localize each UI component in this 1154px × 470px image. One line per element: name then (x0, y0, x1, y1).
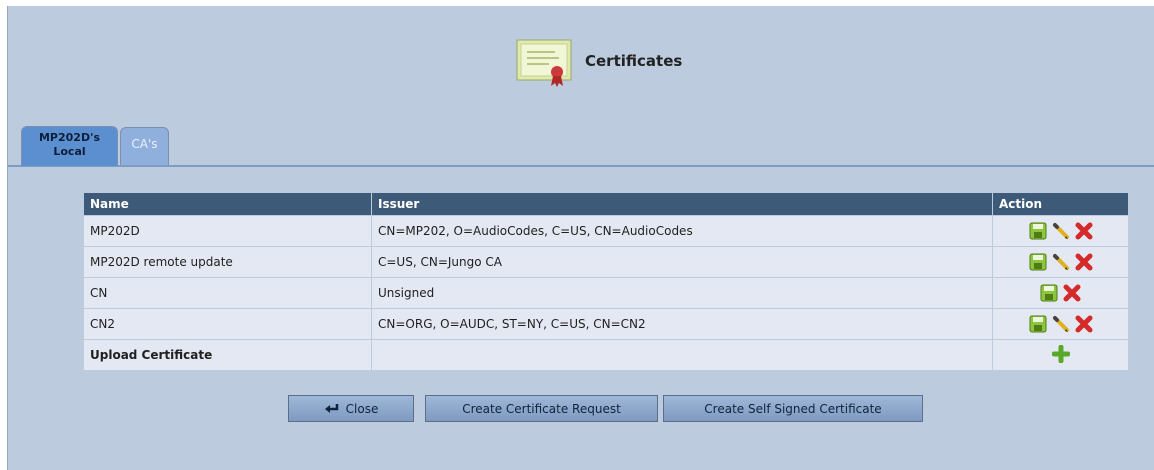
upload-certificate-label: Upload Certificate (83, 339, 372, 371)
edit-icon[interactable] (1052, 222, 1070, 240)
delete-icon[interactable] (1075, 253, 1093, 271)
certificates-table: Name Issuer Action MP202D CN=MP202, O=Au… (83, 192, 1129, 371)
tab-cas-label: CA's (131, 137, 158, 151)
edit-icon[interactable] (1052, 315, 1070, 333)
cert-issuer: CN=MP202, O=AudioCodes, C=US, CN=AudioCo… (371, 215, 993, 247)
page-title: Certificates (585, 52, 683, 70)
action-cell (992, 215, 1129, 247)
cert-issuer: Unsigned (371, 277, 993, 309)
cert-issuer: C=US, CN=Jungo CA (371, 246, 993, 278)
table-row: MP202D remote update C=US, CN=Jungo CA (83, 246, 1129, 278)
certificate-icon (516, 39, 572, 87)
create-certificate-request-button[interactable]: Create Certificate Request (425, 395, 658, 422)
save-icon[interactable] (1029, 253, 1047, 271)
column-header-action: Action (992, 192, 1129, 216)
save-icon[interactable] (1029, 315, 1047, 333)
table-header-row: Name Issuer Action (83, 192, 1129, 216)
tab-local-line1: MP202D's (38, 131, 100, 144)
table-row: CN2 CN=ORG, O=AUDC, ST=NY, C=US, CN=CN2 (83, 308, 1129, 340)
tab-cas[interactable]: CA's (120, 127, 169, 165)
create-request-label: Create Certificate Request (462, 401, 621, 416)
cert-name: CN (83, 277, 372, 309)
delete-icon[interactable] (1063, 284, 1081, 302)
column-header-name: Name (83, 192, 372, 216)
delete-icon[interactable] (1075, 222, 1093, 240)
table-row: CN Unsigned (83, 277, 1129, 309)
delete-icon[interactable] (1075, 315, 1093, 333)
action-cell (992, 246, 1129, 278)
tab-underline (8, 165, 1154, 167)
save-icon[interactable] (1029, 222, 1047, 240)
table-row: MP202D CN=MP202, O=AudioCodes, C=US, CN=… (83, 215, 1129, 247)
column-header-issuer: Issuer (371, 192, 993, 216)
close-button[interactable]: Close (288, 395, 414, 422)
cert-issuer: CN=ORG, O=AUDC, ST=NY, C=US, CN=CN2 (371, 308, 993, 340)
add-icon[interactable] (1051, 344, 1070, 363)
close-button-label: Close (345, 401, 379, 416)
create-self-signed-label: Create Self Signed Certificate (704, 401, 882, 416)
create-self-signed-certificate-button[interactable]: Create Self Signed Certificate (663, 395, 923, 422)
cert-name: CN2 (83, 308, 372, 340)
cert-name: MP202D (83, 215, 372, 247)
edit-icon[interactable] (1052, 253, 1070, 271)
action-cell (992, 308, 1129, 340)
action-cell (992, 339, 1129, 371)
tab-local-line2: Local (53, 145, 86, 158)
action-cell (992, 277, 1129, 309)
tab-local[interactable]: MP202D's Local (21, 126, 118, 166)
upload-empty-cell (371, 339, 993, 371)
save-icon[interactable] (1040, 284, 1058, 302)
cert-name: MP202D remote update (83, 246, 372, 278)
return-arrow-icon (324, 403, 338, 413)
upload-row: Upload Certificate (83, 339, 1129, 371)
